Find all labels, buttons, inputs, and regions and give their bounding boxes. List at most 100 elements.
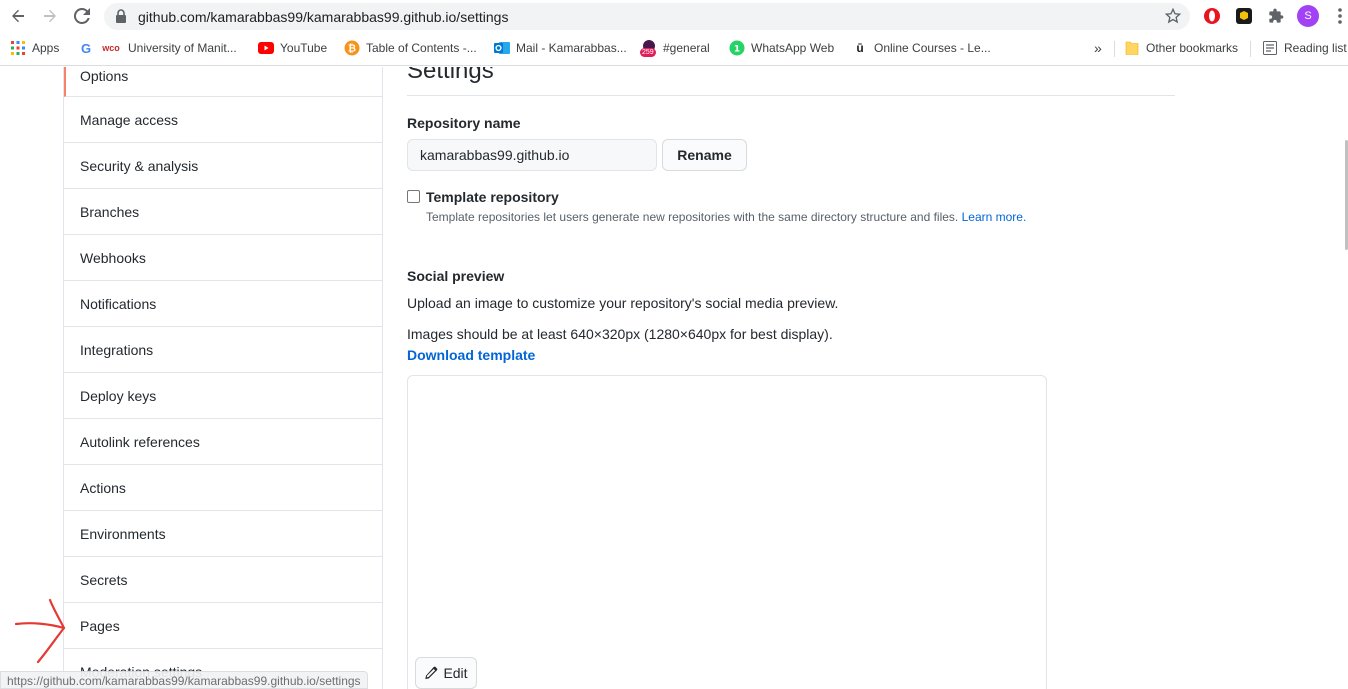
sidebar-item-security-analysis[interactable]: Security & analysis: [64, 143, 382, 189]
bookmarks-divider: [1114, 41, 1115, 57]
cube-extension-button[interactable]: [1233, 5, 1255, 27]
sidebar-item-label: Environments: [80, 525, 166, 542]
bookmark-label: WhatsApp Web: [751, 41, 835, 55]
social-preview-size-note: Images should be at least 640×320px (128…: [407, 326, 833, 342]
opera-extension-button[interactable]: [1201, 5, 1223, 27]
wco-icon: wco: [102, 43, 120, 53]
rename-button[interactable]: Rename: [662, 139, 747, 171]
browser-toolbar: github.com/kamarabbas99/kamarabbas99.git…: [0, 0, 1348, 33]
bookmark-whatsapp[interactable]: 1 WhatsApp Web: [729, 33, 834, 63]
edit-preview-button[interactable]: Edit: [415, 657, 477, 689]
whatsapp-icon: 1: [729, 40, 745, 56]
sidebar-item-label: Branches: [80, 203, 140, 220]
sidebar-item-options[interactable]: Options: [64, 67, 382, 97]
kebab-menu-icon: [1338, 8, 1342, 24]
address-bar[interactable]: github.com/kamarabbas99/kamarabbas99.git…: [104, 3, 1190, 30]
bookmark-label: Mail - Kamarabbas...: [516, 41, 627, 55]
github-settings-page: Options Manage access Security & analysi…: [0, 67, 1348, 689]
back-arrow-icon: [12, 9, 24, 23]
sidebar-item-secrets[interactable]: Secrets: [64, 557, 382, 603]
template-repository-checkbox[interactable]: [407, 190, 420, 203]
whatsapp-badge: 1: [734, 45, 740, 55]
extensions-button[interactable]: [1265, 5, 1287, 27]
profile-initial: S: [1297, 5, 1319, 27]
sidebar-item-label: Deploy keys: [80, 387, 157, 404]
slack-badge-icon: 259: [640, 40, 657, 57]
more-bookmarks-label: »: [1094, 40, 1102, 56]
bookmark-mail[interactable]: Mail - Kamarabbas...: [494, 33, 627, 63]
forward-arrow-icon: [44, 9, 56, 23]
status-bar-url: https://github.com/kamarabbas99/kamarabb…: [0, 671, 368, 689]
bookmark-star-icon[interactable]: [1165, 8, 1181, 24]
puzzle-icon: [1269, 8, 1284, 23]
sidebar-item-notifications[interactable]: Notifications: [64, 281, 382, 327]
bookmark-university[interactable]: G wco University of Manit...: [78, 33, 237, 63]
download-template-link[interactable]: Download template: [407, 347, 535, 363]
sidebar-item-label: Options: [80, 68, 129, 84]
youtube-icon: [258, 40, 274, 56]
sidebar-item-label: Integrations: [80, 341, 154, 358]
bookmarks-divider: [1250, 41, 1251, 57]
bookmark-table-of-contents[interactable]: ₿ Table of Contents -...: [344, 33, 477, 63]
reload-icon: [74, 8, 90, 24]
sidebar-item-label: Actions: [80, 479, 126, 496]
page-title: Settings: [407, 67, 494, 84]
bookmark-label: YouTube: [280, 41, 328, 55]
cube-extension-icon: [1236, 8, 1252, 24]
reload-button[interactable]: [70, 5, 94, 27]
browser-menu-button[interactable]: [1329, 5, 1348, 27]
sidebar-item-webhooks[interactable]: Webhooks: [64, 235, 382, 281]
edit-label: Edit: [443, 665, 468, 681]
sidebar-item-label: Pages: [80, 617, 120, 634]
sidebar-item-pages[interactable]: Pages: [64, 603, 382, 649]
address-url: github.com/kamarabbas99/kamarabbas99.git…: [138, 9, 509, 25]
bookmark-label: Table of Contents -...: [366, 41, 477, 55]
learn-more-link[interactable]: Learn more.: [962, 210, 1027, 224]
pencil-icon: [425, 666, 438, 680]
social-preview-heading: Social preview: [407, 268, 505, 284]
opera-icon: [1204, 8, 1220, 24]
udemy-icon: ū: [856, 41, 864, 55]
sidebar-item-manage-access[interactable]: Manage access: [64, 97, 382, 143]
repo-name-label: Repository name: [407, 115, 521, 131]
sidebar-item-actions[interactable]: Actions: [64, 465, 382, 511]
sidebar-item-integrations[interactable]: Integrations: [64, 327, 382, 373]
template-note-text: Template repositories let users generate…: [426, 210, 959, 224]
sidebar-item-label: Manage access: [80, 111, 179, 128]
reading-list-button[interactable]: Reading list: [1262, 33, 1347, 63]
sidebar-item-autolink-references[interactable]: Autolink references: [64, 419, 382, 465]
repo-name-input[interactable]: [407, 139, 657, 171]
sidebar-item-environments[interactable]: Environments: [64, 511, 382, 557]
other-bookmarks-folder[interactable]: Other bookmarks: [1124, 33, 1238, 63]
template-repository-label[interactable]: Template repository: [426, 189, 559, 205]
bitcoin-icon: ₿: [344, 40, 360, 56]
bookmark-label: Apps: [32, 41, 60, 55]
sidebar-item-deploy-keys[interactable]: Deploy keys: [64, 373, 382, 419]
folder-icon: [1124, 40, 1140, 56]
template-repository-note: Template repositories let users generate…: [426, 210, 1026, 224]
reading-list-label: Reading list: [1284, 41, 1347, 55]
bookmark-general[interactable]: 259 #general: [640, 33, 710, 63]
sidebar-item-branches[interactable]: Branches: [64, 189, 382, 235]
bookmark-apps[interactable]: Apps: [10, 33, 59, 63]
other-bookmarks-label: Other bookmarks: [1146, 41, 1239, 55]
social-preview-description: Upload an image to customize your reposi…: [407, 295, 839, 311]
back-button[interactable]: [6, 5, 30, 27]
bookmark-label: #general: [663, 41, 710, 55]
apps-grid-icon: [10, 40, 26, 56]
lock-icon: [116, 9, 126, 23]
title-divider: [407, 95, 1175, 96]
profile-avatar[interactable]: S: [1297, 5, 1319, 27]
more-bookmarks-button[interactable]: »: [1094, 33, 1102, 63]
outlook-icon: [494, 40, 510, 56]
google-icon: G: [80, 40, 92, 56]
settings-sidebar: Options Manage access Security & analysi…: [63, 67, 383, 689]
sidebar-item-label: Notifications: [80, 295, 157, 312]
svg-text:₿: ₿: [348, 43, 356, 55]
bookmark-youtube[interactable]: YouTube: [258, 33, 327, 63]
forward-button[interactable]: [38, 5, 62, 27]
sidebar-item-label: Security & analysis: [80, 157, 199, 174]
reading-list-icon: [1262, 40, 1278, 56]
social-preview-box: Edit: [407, 375, 1047, 689]
bookmark-online-courses[interactable]: ū Online Courses - Le...: [852, 33, 990, 63]
